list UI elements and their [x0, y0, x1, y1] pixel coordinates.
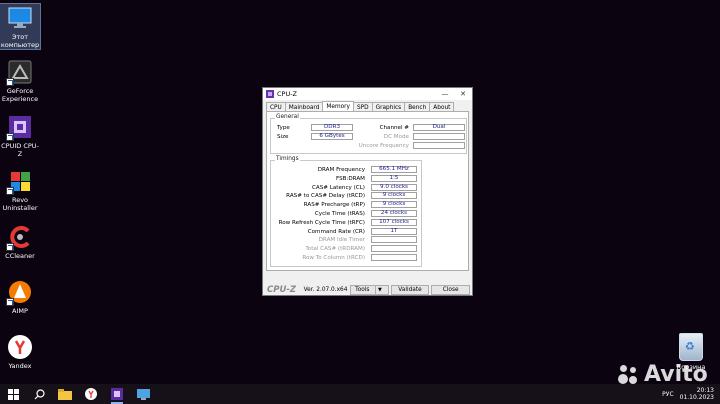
timing-value: 9 clocks [371, 201, 417, 209]
shortcut-arrow-icon [6, 133, 14, 141]
cpu-z-app-icon [266, 90, 274, 98]
recycle-bin-icon [679, 333, 703, 361]
language-indicator[interactable]: РУС [662, 391, 673, 398]
folder-icon [58, 388, 72, 400]
timing-label: Total CAS# (tRDRAM) [305, 246, 365, 253]
desktop-icon-revo-uninstaller[interactable]: Revo Uninstaller [0, 167, 40, 212]
clock-date: 01.10.2023 [679, 394, 714, 401]
clock[interactable]: 20:13 01.10.2023 [680, 387, 714, 401]
validate-button[interactable]: Validate [390, 285, 430, 295]
timing-label: Row To Column (tRCD) [302, 255, 365, 261]
general-group: General Type DDR3 Size 6 GBytes Channel … [270, 114, 467, 154]
shortcut-arrow-icon [6, 78, 14, 86]
taskbar-yandex[interactable] [78, 384, 104, 404]
desktop-icon-label: CPUID CPU-Z [1, 142, 39, 158]
search-button[interactable] [26, 384, 52, 404]
desktop-icon-cpu-z[interactable]: CPUID CPU-Z [0, 113, 40, 158]
timing-label: FSB:DRAM [335, 175, 365, 182]
dc-mode-value [413, 133, 465, 140]
desktop-icon-label: Этот компьютер [0, 33, 40, 49]
windows-icon [7, 388, 19, 400]
avito-logo-icon [618, 364, 640, 386]
window-title: CPU-Z [277, 90, 298, 98]
yandex-icon [6, 333, 34, 361]
size-value: 6 GBytes [311, 133, 353, 140]
desktop-icon-label: AIMP [12, 307, 28, 315]
uncore-frequency-label: Uncore Frequency [358, 143, 409, 149]
cpu-z-icon [6, 113, 34, 141]
cpu-z-brand-logo: CPU-Z [267, 285, 297, 295]
shortcut-arrow-icon [6, 298, 14, 306]
aimp-icon [6, 278, 34, 306]
timing-value [371, 245, 417, 253]
desktop-icon-aimp[interactable]: AIMP [0, 278, 40, 316]
desktop-icon-geforce-experience[interactable]: GeForce Experience [0, 58, 40, 103]
shortcut-arrow-icon [6, 187, 14, 195]
version-label: Ver. 2.07.0.x64 [303, 287, 348, 293]
timing-label: RAS# Precharge (tRP) [303, 202, 365, 209]
clock-time: 20:13 [696, 387, 714, 394]
timing-label: CAS# Latency (CL) [311, 184, 365, 191]
cpu-z-window: CPU-Z — ✕ CPU Mainboard Memory SPD Graph… [262, 87, 473, 296]
window-footer: CPU-Z Ver. 2.07.0.x64 Tools ▼ Validate C… [263, 284, 472, 296]
revo-icon [6, 167, 34, 195]
timing-value: 665.1 MHz [371, 166, 417, 173]
group-title: Timings [275, 156, 300, 162]
taskbar-file-explorer[interactable] [52, 384, 78, 404]
desktop-icon-label: GeForce Experience [1, 87, 39, 103]
timing-value: 9.0 clocks [371, 183, 417, 191]
desktop-icon-label: Revo Uninstaller [2, 196, 38, 212]
channel-value: Dual [413, 124, 465, 131]
remote-desktop-icon [136, 388, 150, 400]
taskbar-cpu-z[interactable] [104, 384, 130, 404]
type-value: DDR3 [311, 124, 353, 131]
desktop-icon-label: CCleaner [5, 252, 35, 260]
ccleaner-icon [6, 223, 34, 251]
yandex-icon [85, 388, 97, 400]
minimize-icon[interactable]: — [436, 90, 454, 98]
group-title: General [275, 114, 300, 120]
system-tray: РУС 20:13 01.10.2023 [662, 384, 714, 404]
timing-value [371, 254, 417, 261]
type-label: Type [277, 125, 290, 131]
timing-label: DRAM Idle Timer [318, 237, 365, 244]
desktop-icon-label: Yandex [8, 362, 32, 370]
size-label: Size [277, 134, 289, 140]
tab-bar: CPU Mainboard Memory SPD Graphics Bench … [263, 100, 472, 113]
start-button[interactable] [0, 384, 26, 404]
search-icon [34, 388, 45, 399]
dc-mode-label: DC Mode [383, 134, 409, 140]
timing-value: 1:5 [371, 174, 417, 182]
monitor-icon [6, 4, 34, 32]
shortcut-arrow-icon [6, 243, 14, 251]
geforce-icon [6, 58, 34, 86]
tools-button[interactable]: Tools ▼ [349, 285, 389, 295]
taskbar-remote-desktop[interactable] [130, 384, 156, 404]
timing-label: RAS# to CAS# Delay (tRCD) [286, 193, 365, 200]
desktop-icon-this-pc[interactable]: Этот компьютер [0, 3, 41, 50]
taskbar: РУС 20:13 01.10.2023 [0, 384, 720, 404]
chevron-down-icon: ▼ [375, 286, 383, 294]
desktop-icon-ccleaner[interactable]: CCleaner [0, 223, 40, 261]
memory-panel: General Type DDR3 Size 6 GBytes Channel … [266, 111, 469, 271]
timing-label: DRAM Frequency [317, 167, 365, 173]
timing-label: Cycle Time (tRAS) [314, 211, 365, 217]
channel-label: Channel # [379, 125, 409, 131]
uncore-frequency-value [413, 142, 465, 149]
timing-value [371, 236, 417, 244]
timings-group: Timings DRAM Frequency 665.1 MHz FSB:DRAM 1… [270, 156, 422, 267]
timing-value: 1T [371, 227, 417, 235]
timing-label: Row Refresh Cycle Time (tRFC) [278, 219, 365, 226]
timing-value: 9 clocks [371, 192, 417, 200]
close-icon[interactable]: ✕ [454, 90, 472, 98]
timing-value: 24 clocks [371, 210, 417, 217]
timing-label: Command Rate (CR) [307, 228, 365, 235]
tools-button-label: Tools [355, 287, 370, 293]
cpu-z-icon [111, 388, 123, 400]
desktop-icon-yandex[interactable]: Yandex [0, 333, 40, 371]
timing-value: 107 clocks [371, 218, 417, 226]
close-button[interactable]: Close [431, 285, 470, 295]
window-titlebar[interactable]: CPU-Z — ✕ [263, 88, 472, 100]
